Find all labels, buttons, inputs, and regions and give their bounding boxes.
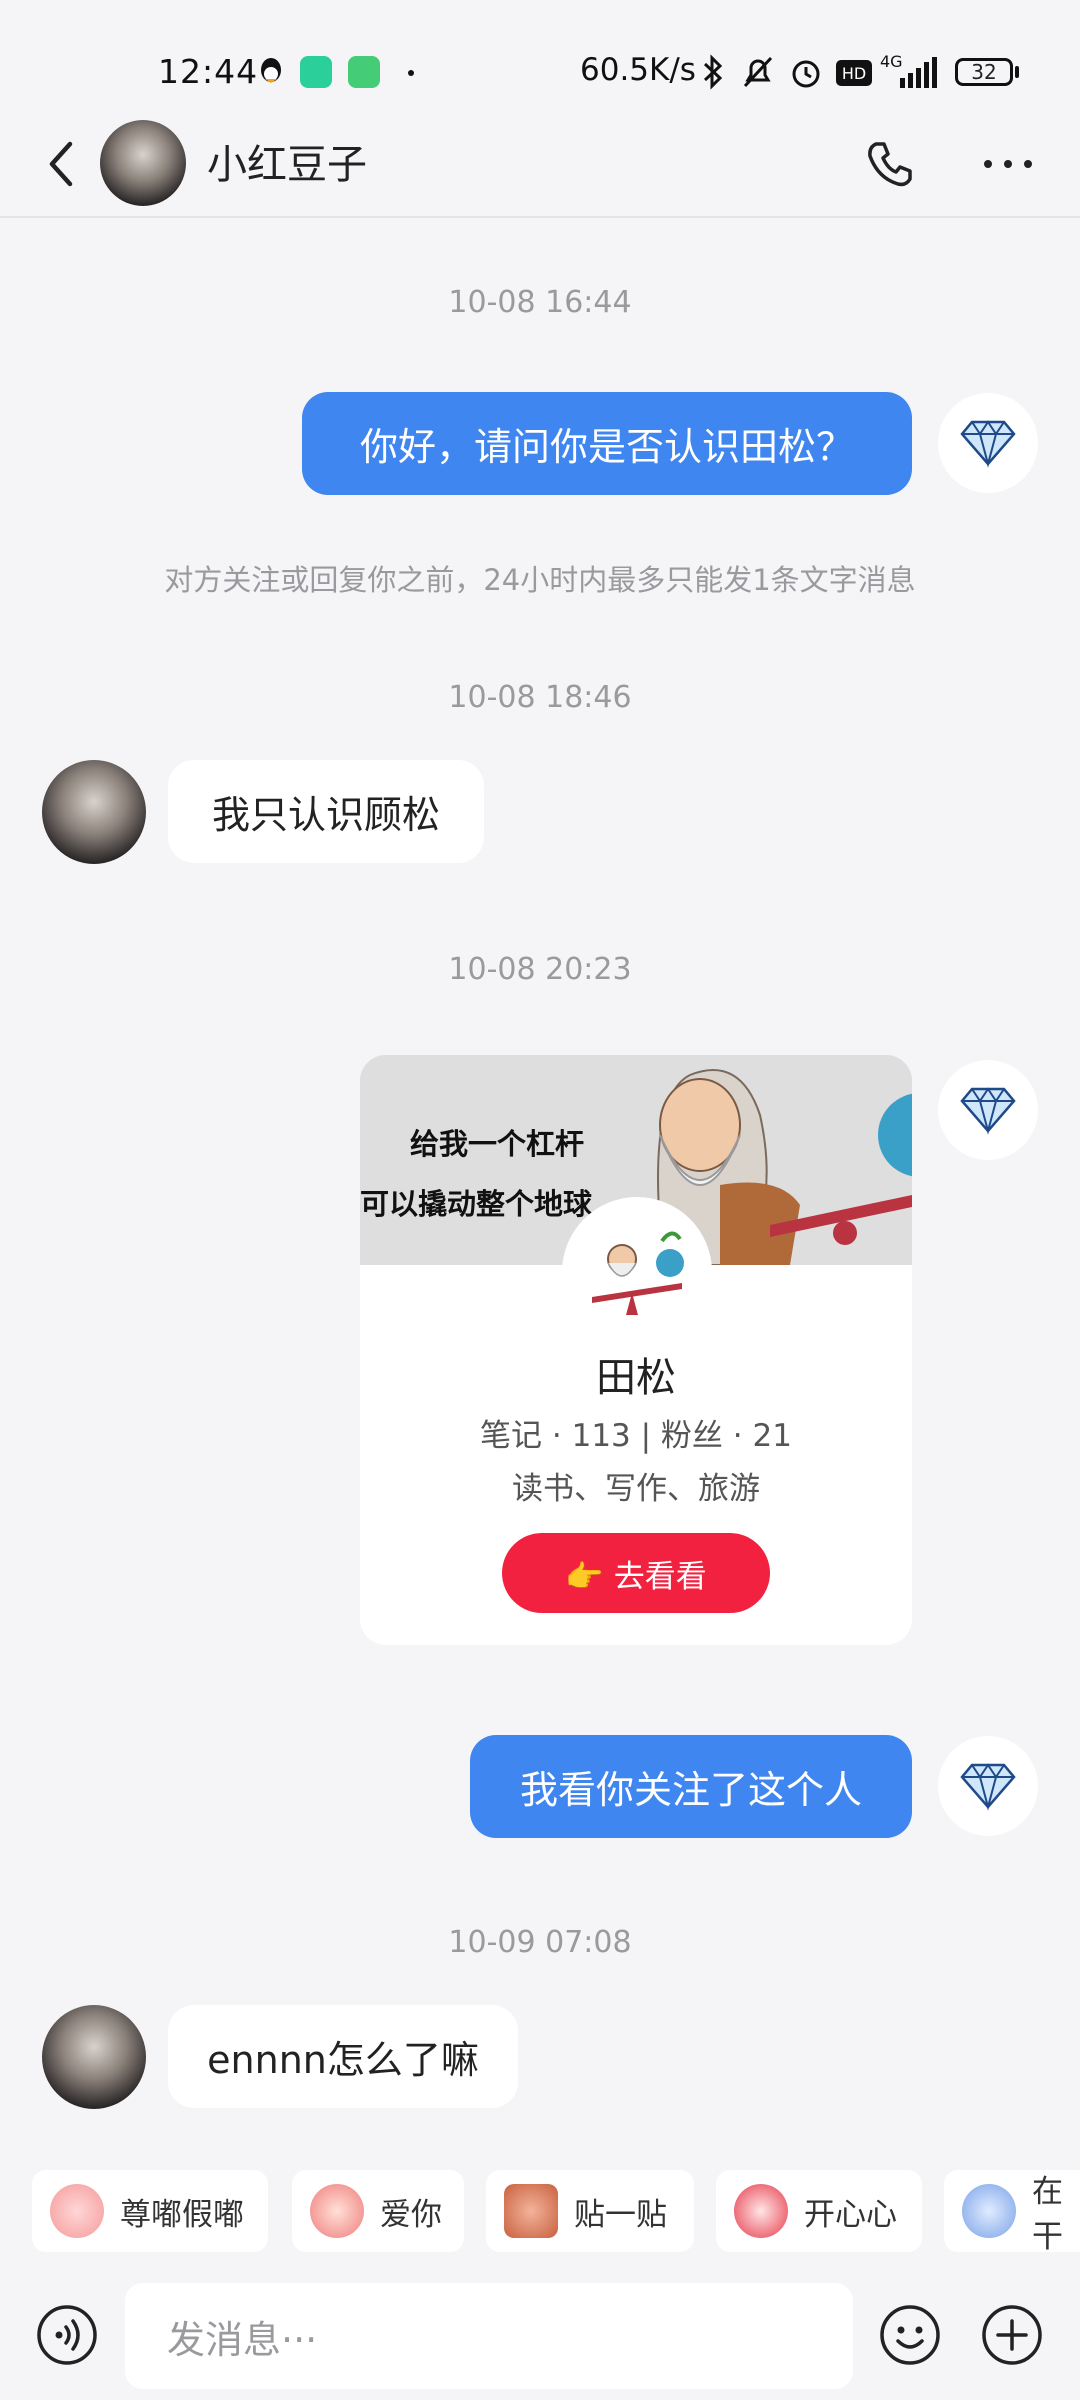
message-timestamp: 10-08 18:46 [448,680,632,715]
dot-icon [408,70,414,76]
diamond-icon [960,1087,1016,1135]
quick-reply-label: 开心心 [804,2196,897,2233]
outgoing-message[interactable]: 你好，请问你是否认识田松？ [302,392,912,495]
card-name: 田松 [596,1355,676,1401]
alarm-icon [788,54,824,94]
contact-avatar[interactable] [100,120,186,206]
pig-emoji-icon [50,2184,104,2238]
card-tags: 读书、写作、旅游 [512,1471,760,1507]
app-notification-icon [300,56,332,88]
signal-icon [880,56,940,94]
banner-text-2: 可以撬动整个地球 [360,1187,593,1221]
mute-bell-icon [740,54,776,94]
message-input[interactable]: 发消息··· [125,2283,853,2389]
happy-emoji-icon [734,2184,788,2238]
pig-heart-emoji-icon [310,2184,364,2238]
quick-reply-item[interactable]: 贴一贴 [486,2170,694,2252]
quick-reply-item[interactable]: 尊嘟假嘟 [32,2170,268,2252]
view-profile-button[interactable]: 👉 去看看 [502,1533,770,1613]
message-timestamp: 10-08 16:44 [448,285,632,320]
quick-reply-label: 尊嘟假嘟 [120,2196,244,2233]
diamond-icon [960,1763,1016,1811]
cat-app-icon [348,56,380,88]
contact-avatar[interactable] [42,760,146,864]
back-icon[interactable] [38,134,86,194]
phone-icon[interactable] [862,136,918,192]
status-time: 12:44 [158,52,259,91]
sender-avatar[interactable] [938,393,1038,493]
card-stats: 笔记 · 113 | 粉丝 · 21 [480,1418,792,1454]
incoming-message[interactable]: ennnn怎么了嘛 [168,2005,518,2108]
hug-emoji-icon [504,2184,558,2238]
hd-icon: HD [836,60,872,86]
sender-avatar[interactable] [938,1060,1038,1160]
battery-icon: 32 [955,58,1013,86]
sender-avatar[interactable] [938,1736,1038,1836]
bluetooth-icon [700,54,726,94]
card-avatar [562,1197,712,1347]
more-icon[interactable] [980,154,1040,174]
quick-reply-label: 在干 [1032,2174,1063,2255]
message-timestamp: 10-08 20:23 [448,952,632,987]
input-bar: 发消息··· [0,2270,1080,2400]
add-icon[interactable] [980,2303,1044,2371]
banner-text-1: 给我一个杠杆 [410,1127,585,1161]
network-speed: 60.5K/s [580,52,696,88]
voice-icon[interactable] [35,2303,99,2371]
message-limit-notice: 对方关注或回复你之前，24小时内最多只能发1条文字消息 [164,563,916,597]
quick-reply-item[interactable]: 在干 [944,2170,1080,2255]
quick-reply-item[interactable]: 开心心 [716,2170,922,2252]
qq-icon [258,56,284,86]
quick-reply-label: 贴一贴 [574,2196,667,2233]
quick-reply-label: 爱你 [380,2196,442,2233]
incoming-message[interactable]: 我只认识顾松 [168,760,484,863]
contact-avatar[interactable] [42,2005,146,2109]
contact-name: 小红豆子 [207,142,367,188]
quick-reply-item[interactable]: 爱你 [292,2170,464,2252]
profile-share-card[interactable]: 给我一个杠杆 可以撬动整个地球 田松 笔记 · 113 | 粉丝 · 21 读书… [360,1055,912,1645]
outgoing-message[interactable]: 我看你关注了这个人 [470,1735,912,1838]
diamond-icon [960,420,1016,468]
emoji-icon[interactable] [878,2303,942,2371]
battery-tip [1015,66,1019,78]
message-timestamp: 10-09 07:08 [448,1925,632,1960]
sticker-emoji-icon [962,2184,1016,2238]
chat-header: 小红豆子 [0,110,1080,218]
